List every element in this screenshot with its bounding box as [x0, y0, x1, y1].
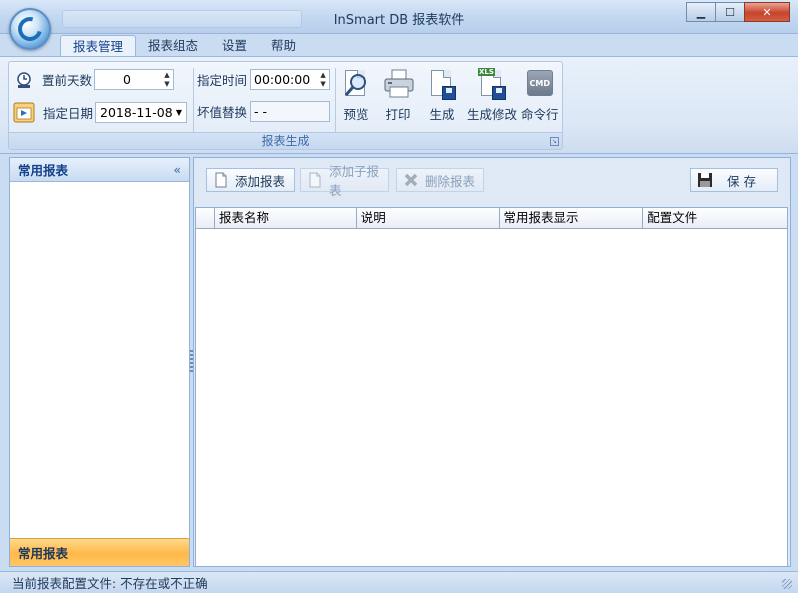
command-line-label: 命令行	[521, 107, 559, 122]
resize-grip-icon[interactable]	[782, 579, 792, 589]
delete-icon	[403, 172, 419, 188]
column-header-report-name[interactable]: 报表名称	[215, 208, 357, 229]
tab-settings[interactable]: 设置	[210, 35, 259, 57]
minimize-button[interactable]: ▁	[686, 2, 716, 22]
days-before-value: 0	[123, 72, 131, 87]
preview-label: 预览	[343, 107, 369, 122]
generate-button[interactable]: 生成	[427, 68, 457, 123]
add-subreport-label: 添加子报表	[329, 164, 380, 198]
group-separator	[193, 68, 194, 132]
document-save-icon	[427, 68, 457, 100]
close-button[interactable]: ✕	[744, 2, 790, 22]
days-before-label: 置前天数	[42, 73, 93, 88]
tab-report-management[interactable]: 报表管理	[60, 35, 137, 57]
bad-value-value: - -	[254, 104, 268, 119]
collapse-icon[interactable]: «	[173, 162, 181, 177]
print-button[interactable]: 打印	[383, 68, 414, 123]
report-table-header: 报表名称 说明 常用报表显示 配置文件	[196, 208, 787, 229]
title-bar: InSmart DB 报表软件 ▁ ☐ ✕	[0, 0, 798, 34]
clock-icon	[17, 71, 31, 88]
ribbon-tabs: 报表管理 报表组态 设置 帮助	[60, 35, 308, 57]
group-separator	[335, 68, 336, 132]
date-picker[interactable]: 2018-11-08 ▼	[95, 101, 188, 123]
dialog-launcher-icon[interactable]: ↘	[550, 137, 559, 146]
command-line-button[interactable]: CMD 命令行	[521, 68, 559, 123]
window-title: InSmart DB 报表软件	[333, 13, 465, 28]
maximize-button[interactable]: ☐	[715, 2, 745, 22]
bad-value-input[interactable]: - -	[250, 101, 331, 122]
column-header-config-file[interactable]: 配置文件	[643, 208, 787, 229]
column-header-description[interactable]: 说明	[357, 208, 500, 229]
favorites-pane-header: 常用报表 «	[10, 158, 189, 182]
generate-modify-label: 生成修改	[467, 107, 518, 122]
chevron-down-icon[interactable]: ▼	[176, 108, 182, 117]
app-logo-icon	[13, 12, 47, 46]
favorites-pane: 常用报表 « 常用报表	[9, 157, 190, 567]
row-indicator-header	[196, 208, 215, 229]
days-before-input[interactable]: 0 ▲ ▼	[94, 69, 175, 90]
favorites-pane-title: 常用报表	[18, 163, 69, 178]
status-bar: 当前报表配置文件: 不存在或不正确	[0, 571, 798, 593]
tab-help[interactable]: 帮助	[259, 35, 308, 57]
cmd-icon: CMD	[525, 68, 555, 100]
generate-label: 生成	[429, 107, 455, 122]
ribbon-group-report-generation: 置前天数 0 ▲ ▼ 指定日期 2018-11-08 ▼ 指定时间 00:00:…	[8, 61, 563, 150]
save-label: 保 存	[727, 173, 756, 189]
bad-value-row: 坏值替换 - -	[197, 101, 331, 122]
add-report-label: 添加报表	[235, 173, 286, 189]
report-table: 报表名称 说明 常用报表显示 配置文件	[195, 207, 788, 567]
generate-modify-button[interactable]: XLS 生成修改	[467, 68, 517, 123]
time-input[interactable]: 00:00:00 ▲ ▼	[250, 69, 331, 90]
window-controls: ▁ ☐ ✕	[686, 2, 790, 22]
days-before-row: 置前天数 0 ▲ ▼	[15, 69, 175, 90]
xls-document-save-icon: XLS	[477, 68, 507, 100]
add-report-button[interactable]: 添加报表	[206, 168, 295, 192]
ribbon: 置前天数 0 ▲ ▼ 指定日期 2018-11-08 ▼ 指定时间 00:00:…	[0, 56, 798, 154]
days-before-spinner[interactable]: ▲ ▼	[161, 71, 173, 89]
group-label: 报表生成	[9, 132, 562, 149]
favorites-nav-button[interactable]: 常用报表	[10, 538, 189, 566]
save-button[interactable]: 保 存	[690, 168, 778, 192]
date-value: 2018-11-08	[100, 104, 173, 120]
time-spinner[interactable]: ▲ ▼	[317, 71, 329, 89]
preview-button[interactable]: 预览	[341, 68, 371, 123]
add-subreport-button[interactable]: 添加子报表	[300, 164, 389, 198]
print-label: 打印	[385, 107, 411, 122]
favorites-nav-label: 常用报表	[18, 546, 69, 561]
new-document-icon	[213, 172, 229, 188]
bad-value-label: 坏值替换	[197, 105, 248, 120]
time-row: 指定时间 00:00:00 ▲ ▼	[197, 69, 331, 90]
magnifier-icon	[341, 68, 371, 100]
column-header-favorite-display[interactable]: 常用报表显示	[500, 208, 644, 229]
new-subdocument-icon	[307, 172, 323, 188]
tab-report-config[interactable]: 报表组态	[136, 35, 210, 57]
time-value: 00:00:00	[254, 72, 311, 87]
delete-report-button[interactable]: 删除报表	[396, 168, 484, 192]
status-text: 当前报表配置文件: 不存在或不正确	[12, 576, 208, 591]
calendar-icon	[13, 102, 35, 123]
floppy-disk-icon	[697, 172, 713, 188]
time-label: 指定时间	[197, 73, 248, 88]
delete-report-label: 删除报表	[425, 173, 476, 189]
app-menu-button[interactable]	[9, 8, 51, 50]
date-label: 指定日期	[43, 105, 94, 121]
date-row: 指定日期 2018-11-08 ▼	[13, 101, 188, 123]
printer-icon	[383, 68, 414, 100]
xls-badge: XLS	[478, 68, 495, 76]
cmd-badge: CMD	[526, 70, 553, 96]
